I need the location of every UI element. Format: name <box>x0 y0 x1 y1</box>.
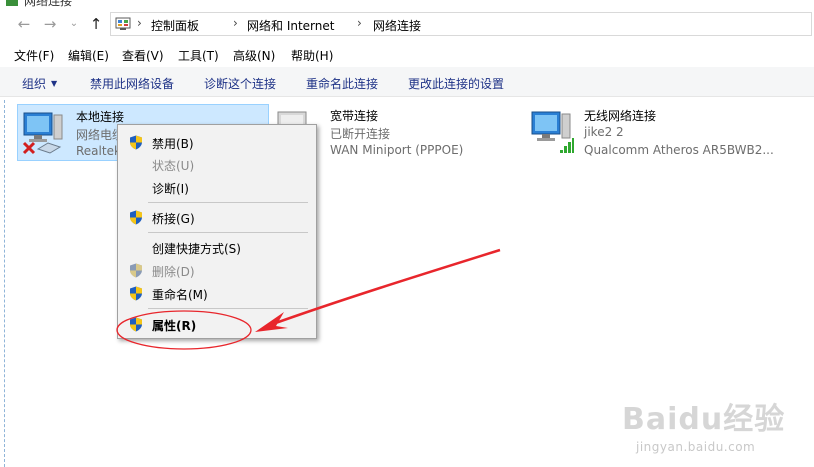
menu-separator <box>148 308 308 309</box>
connection-name: 无线网络连接 <box>584 109 657 123</box>
baidu-watermark: Baidu经验 jingyan.baidu.com <box>622 394 812 464</box>
organize-label: 组织 <box>22 77 47 91</box>
menu-item-label: 状态(U) <box>152 159 195 173</box>
connection-device: Qualcomm Atheros AR5BWB2... <box>584 143 774 157</box>
connection-name: 宽带连接 <box>330 109 379 123</box>
change-settings-button[interactable]: 更改此连接的设置 <box>408 75 504 92</box>
back-arrow-icon[interactable]: ← <box>14 14 34 34</box>
uac-shield-icon <box>130 263 142 278</box>
connection-device: Realtek <box>76 144 121 158</box>
wifi-connected-icon <box>531 111 574 153</box>
menu-file[interactable]: 文件(F) <box>14 47 54 64</box>
title-bar: 网络连接 <box>0 0 814 8</box>
command-toolbar: 组织 ▼ 禁用此网络设备 诊断这个连接 重命名此连接 更改此连接的设置 <box>0 67 814 97</box>
menu-item-label: 禁用(B) <box>152 137 194 151</box>
watermark-logo: Baidu经验 <box>622 402 786 437</box>
menu-item-rename[interactable]: 重命名(M) <box>118 282 316 304</box>
menu-bar: 文件(F) 编辑(E) 查看(V) 工具(T) 高级(N) 帮助(H) <box>0 44 814 66</box>
window-title: 网络连接 <box>24 0 73 8</box>
control-panel-icon <box>115 17 131 30</box>
menu-item-disable[interactable]: 禁用(B) <box>118 131 316 153</box>
menu-item-label: 创建快捷方式(S) <box>152 242 241 256</box>
connection-name: 本地连接 <box>76 110 125 124</box>
uac-shield-icon <box>130 135 142 150</box>
pane-border <box>4 100 5 467</box>
menu-advanced[interactable]: 高级(N) <box>233 47 275 64</box>
menu-view[interactable]: 查看(V) <box>122 47 164 64</box>
breadcrumb-network-connections[interactable]: 网络连接 <box>373 17 421 34</box>
breadcrumb-control-panel[interactable]: 控制面板 <box>151 17 199 34</box>
dropdown-caret-icon: ▼ <box>51 79 58 88</box>
breadcrumb-network-internet[interactable]: 网络和 Internet <box>247 17 334 34</box>
menu-item-label: 属性(R) <box>152 319 197 333</box>
menu-item-bridge[interactable]: 桥接(G) <box>118 206 316 228</box>
menu-separator <box>148 232 308 233</box>
breadcrumb-separator: › <box>137 16 142 30</box>
recent-locations-chevron-icon[interactable]: ⌄ <box>64 14 84 34</box>
menu-item-label: 删除(D) <box>152 265 195 279</box>
address-box[interactable]: › 控制面板 › 网络和 Internet › 网络连接 <box>110 12 812 36</box>
menu-tools[interactable]: 工具(T) <box>178 47 219 64</box>
context-menu: 禁用(B) 状态(U) 诊断(I) 桥接(G) 创建快捷方式(S) 删除(D) … <box>117 124 317 339</box>
breadcrumb-separator: › <box>357 16 362 30</box>
address-bar-row: ← → ⌄ ↑ › 控制面板 › 网络和 Internet › 网络连接 <box>0 8 814 40</box>
disable-device-button[interactable]: 禁用此网络设备 <box>90 75 174 92</box>
menu-item-label: 桥接(G) <box>152 212 195 226</box>
up-arrow-icon[interactable]: ↑ <box>86 14 106 34</box>
breadcrumb-separator: › <box>233 16 238 30</box>
menu-item-create-shortcut[interactable]: 创建快捷方式(S) <box>118 236 316 258</box>
connection-status: jike2 2 <box>584 125 624 139</box>
forward-arrow-icon[interactable]: → <box>40 14 60 34</box>
connection-status: 已断开连接 <box>330 127 391 141</box>
menu-item-label: 重命名(M) <box>152 288 208 302</box>
watermark-url: jingyan.baidu.com <box>636 440 756 454</box>
connection-wireless[interactable]: 无线网络连接 jike2 2 Qualcomm Atheros AR5BWB2.… <box>526 104 806 161</box>
organize-button[interactable]: 组织 ▼ <box>22 75 57 92</box>
diagnose-connection-button[interactable]: 诊断这个连接 <box>204 75 276 92</box>
ethernet-disconnected-icon <box>22 112 63 155</box>
menu-item-status[interactable]: 状态(U) <box>118 153 316 175</box>
rename-connection-button[interactable]: 重命名此连接 <box>306 75 378 92</box>
connection-device: WAN Miniport (PPPOE) <box>330 143 464 157</box>
network-folder-icon <box>6 0 18 6</box>
menu-item-delete[interactable]: 删除(D) <box>118 259 316 281</box>
menu-edit[interactable]: 编辑(E) <box>68 47 109 64</box>
menu-item-label: 诊断(I) <box>152 182 189 196</box>
menu-separator <box>148 202 308 203</box>
uac-shield-icon <box>130 317 142 332</box>
uac-shield-icon <box>130 286 142 301</box>
menu-help[interactable]: 帮助(H) <box>291 47 333 64</box>
uac-shield-icon <box>130 210 142 225</box>
menu-item-diagnose[interactable]: 诊断(I) <box>118 176 316 198</box>
menu-item-properties[interactable]: 属性(R) <box>118 313 316 335</box>
